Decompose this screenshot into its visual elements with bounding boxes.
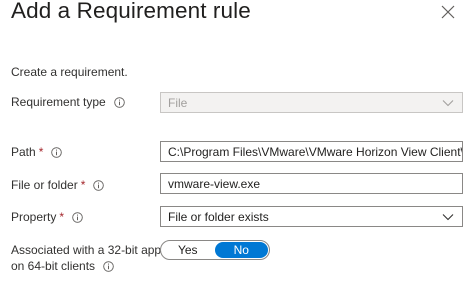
path-label-text: Path — [11, 145, 36, 159]
required-asterisk: * — [59, 210, 65, 224]
requirement-type-value: File — [168, 95, 188, 110]
file-or-folder-label-text: File or folder — [11, 178, 78, 192]
chevron-down-icon — [442, 212, 454, 222]
associated-32bit-toggle[interactable]: Yes No — [160, 240, 270, 260]
property-select[interactable]: File or folder exists — [160, 206, 463, 227]
path-label: Path * — [11, 145, 63, 159]
file-or-folder-label: File or folder * — [11, 178, 105, 192]
info-icon[interactable] — [103, 260, 114, 272]
chevron-down-icon — [442, 98, 454, 108]
required-asterisk: * — [80, 178, 86, 192]
info-icon[interactable] — [93, 179, 105, 191]
info-icon[interactable] — [51, 146, 63, 158]
requirement-type-label-text: Requirement type — [11, 95, 106, 109]
required-asterisk: * — [38, 145, 44, 159]
property-value: File or folder exists — [168, 209, 269, 224]
info-icon[interactable] — [72, 211, 83, 223]
path-value: C:\Program Files\VMware\VMware Horizon V… — [168, 144, 463, 159]
toggle-yes-option[interactable]: Yes — [161, 241, 215, 259]
associated-32bit-label-line2: on 64-bit clients — [11, 259, 114, 273]
associated-32bit-label-line1: Associated with a 32-bit app — [11, 243, 162, 257]
associated-32bit-label-line2-text: on 64-bit clients — [11, 259, 96, 273]
requirement-type-label: Requirement type — [11, 95, 125, 109]
property-label-text: Property — [11, 210, 57, 224]
close-icon[interactable] — [440, 4, 456, 20]
dialog-title: Add a Requirement rule — [11, 0, 251, 23]
toggle-no-option[interactable]: No — [214, 242, 268, 258]
property-label: Property * — [11, 210, 83, 224]
file-or-folder-input[interactable]: vmware-view.exe — [160, 173, 463, 194]
requirement-type-select[interactable]: File — [160, 92, 463, 113]
file-or-folder-value: vmware-view.exe — [168, 176, 261, 191]
info-icon[interactable] — [113, 96, 125, 108]
intro-text: Create a requirement. — [11, 65, 128, 79]
path-input[interactable]: C:\Program Files\VMware\VMware Horizon V… — [160, 141, 463, 162]
